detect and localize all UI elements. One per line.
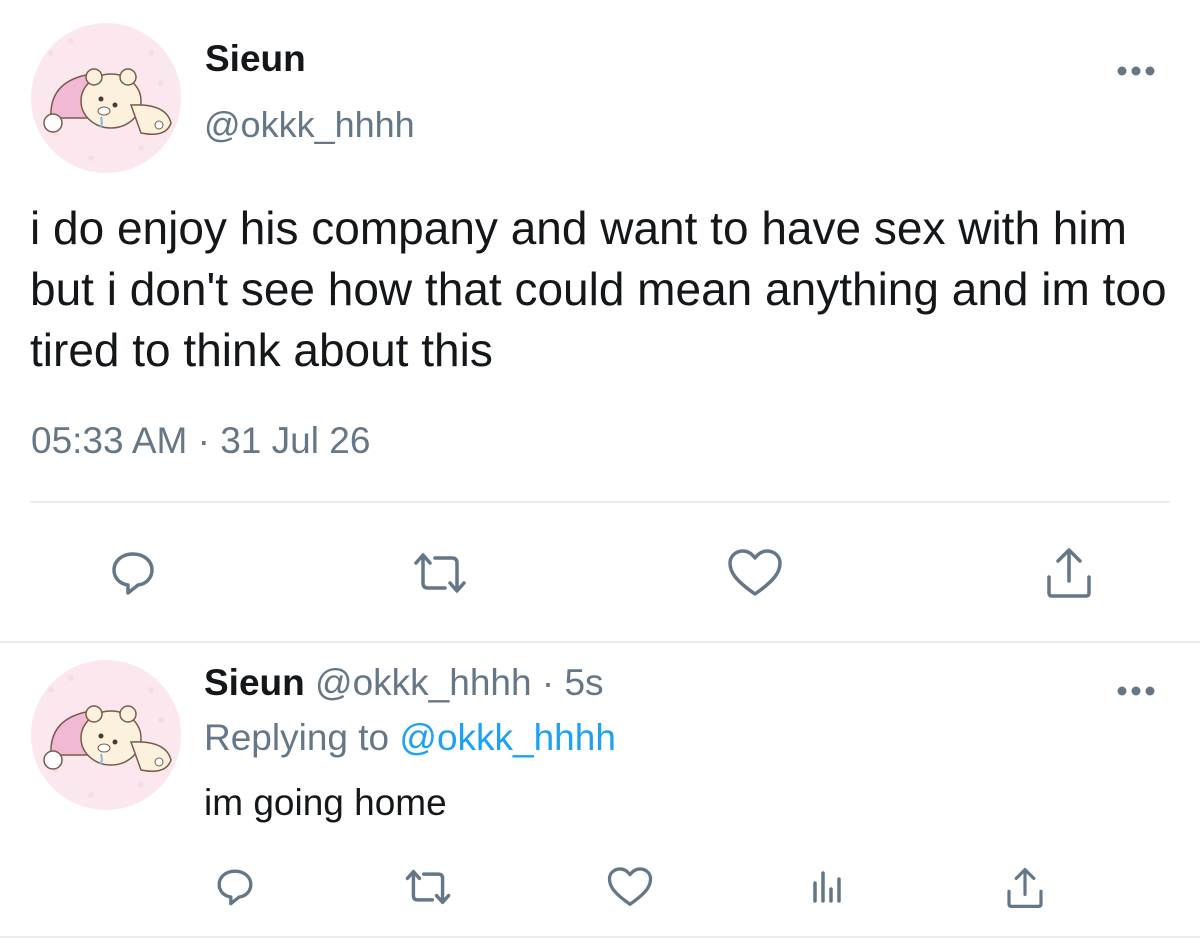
display-name[interactable]: Sieun [205,38,306,80]
more-dots-icon[interactable] [1113,678,1159,704]
tweet-age[interactable]: 5s [564,662,603,703]
replying-to: Replying to @okkk_hhhh [204,717,616,759]
share-icon [1047,548,1091,598]
more-dots-icon[interactable] [1113,58,1159,84]
share-icon [1007,868,1043,909]
bear-avatar-icon [31,660,181,810]
retweet-button[interactable] [400,862,456,912]
like-icon [728,549,782,596]
reply-icon [217,869,253,906]
header-separator: · [541,662,555,703]
reply-button[interactable] [210,862,260,912]
share-button[interactable] [1037,541,1101,605]
avatar[interactable] [31,23,181,173]
analytics-button[interactable] [802,862,852,912]
retweet-icon [414,553,466,593]
retweet-button[interactable] [408,543,472,603]
reply-button[interactable] [103,543,163,603]
divider [0,936,1200,938]
tweet-time: 05:33 AM [31,420,188,461]
share-button[interactable] [999,862,1051,914]
timestamp-separator: · [197,420,210,461]
like-button[interactable] [723,543,787,603]
display-name[interactable]: Sieun [204,662,305,703]
analytics-icon [813,871,841,903]
tweet-date: 31 Jul 26 [220,420,371,461]
like-button[interactable] [604,862,656,912]
like-icon [607,867,653,906]
user-handle[interactable]: @okkk_hhhh [315,662,532,703]
reply-icon [112,552,154,595]
bear-avatar-icon [31,23,181,173]
replying-to-handle[interactable]: @okkk_hhhh [399,717,616,758]
tweet-text: im going home [204,782,447,823]
reply-header: Sieun @okkk_hhhh · 5s [204,662,604,704]
tweet-timestamp[interactable]: 05:33 AM · 31 Jul 26 [31,420,370,462]
user-handle[interactable]: @okkk_hhhh [204,104,415,146]
tweet-text: i do enjoy his company and want to have … [30,202,1167,376]
replying-to-label: Replying to [204,717,390,758]
divider [0,641,1200,643]
avatar[interactable] [31,660,181,810]
divider [30,501,1170,503]
retweet-icon [405,869,451,905]
